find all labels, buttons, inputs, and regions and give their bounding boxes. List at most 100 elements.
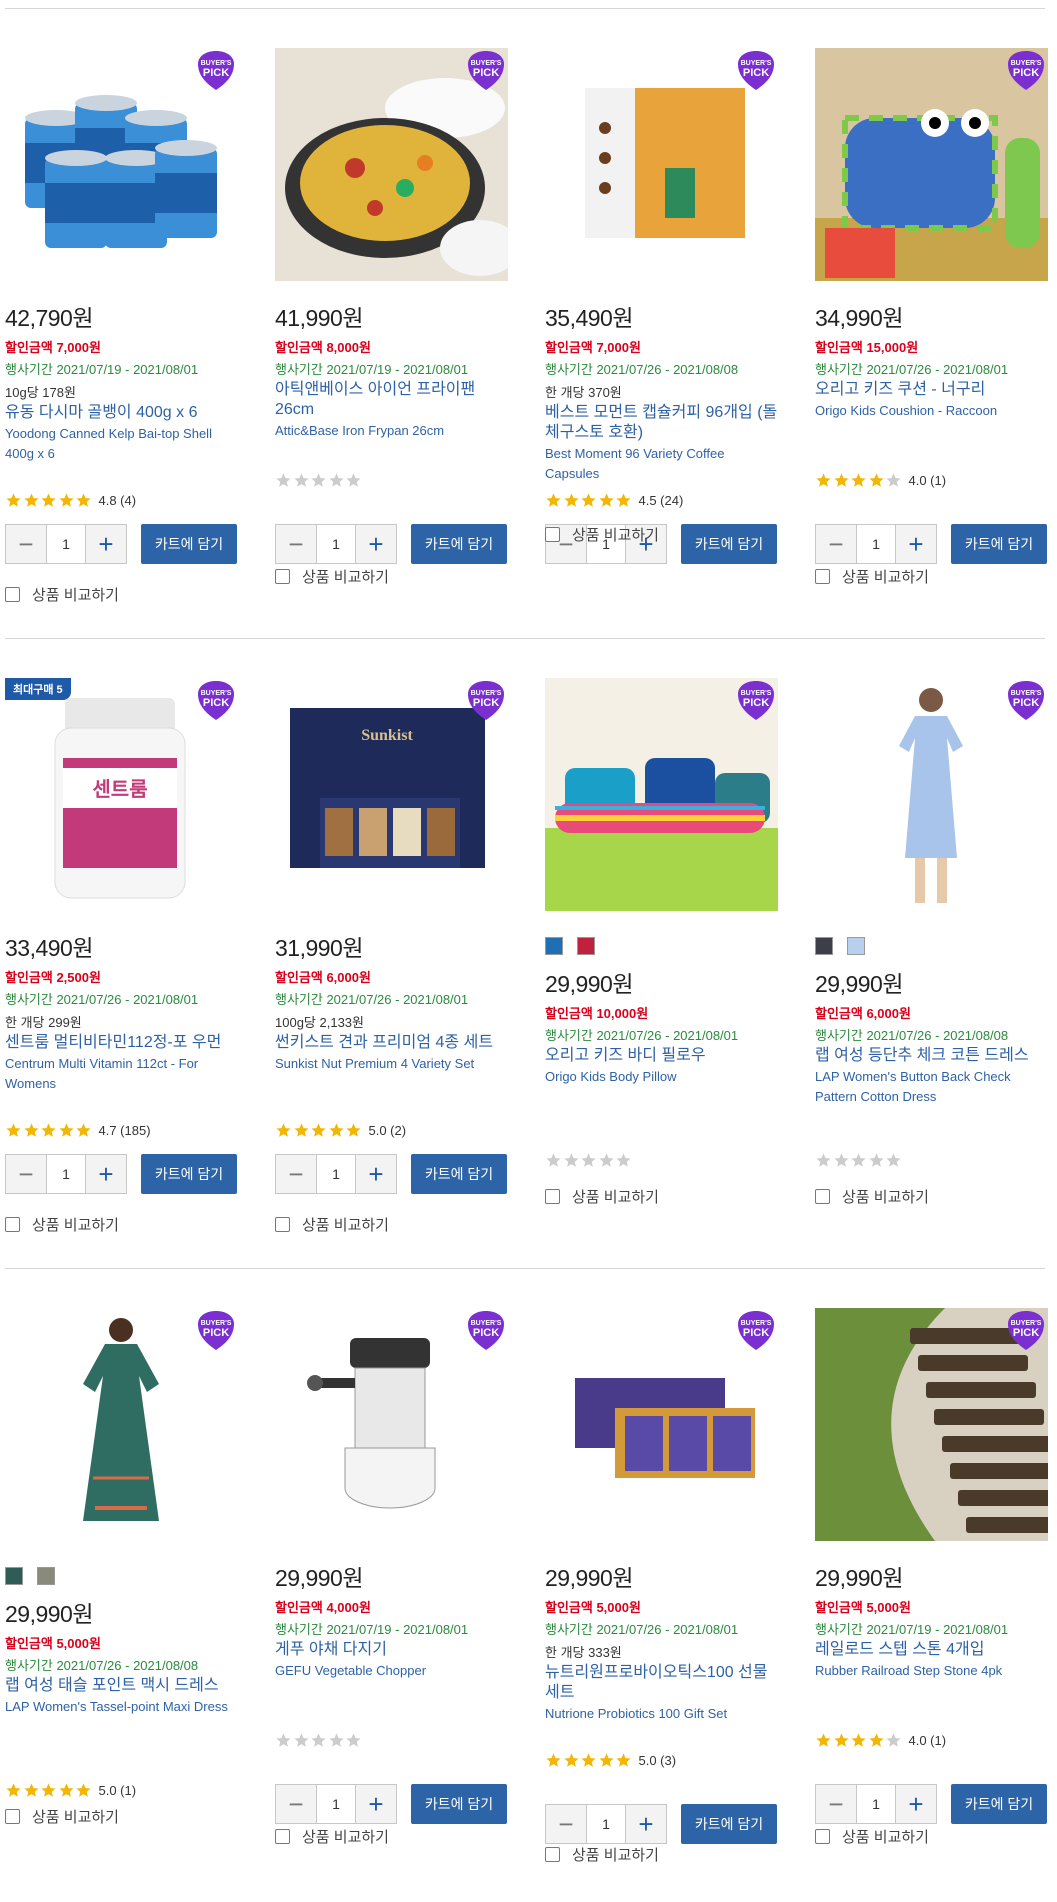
product-image[interactable]: BUYER'S PICK	[5, 1308, 238, 1541]
checkbox-box[interactable]	[815, 1829, 830, 1844]
product-title-ko[interactable]: 베스트 모먼트 캡슐커피 96개입 (돌체구스토 호환)	[545, 403, 778, 443]
product-title-ko[interactable]: 뉴트리원프로바이오틱스100 선물세트	[545, 1663, 778, 1703]
compare-checkbox[interactable]: 상품 비교하기	[5, 584, 119, 605]
product-image[interactable]: 센트룸 BUYER'S PICK 최대구매 5	[5, 678, 238, 911]
product-title-en[interactable]: Rubber Railroad Step Stone 4pk	[815, 1661, 1048, 1681]
checkbox-box[interactable]	[275, 1829, 290, 1844]
add-to-cart-button[interactable]: 카트에 담기	[951, 524, 1047, 564]
product-image[interactable]: BUYER'S PICK	[815, 678, 1048, 911]
product-image[interactable]: BUYER'S PICK	[5, 48, 238, 281]
checkbox-box[interactable]	[5, 587, 20, 602]
increase-button[interactable]: +	[896, 525, 936, 563]
product-title-ko[interactable]: 랩 여성 태슬 포인트 맥시 드레스	[5, 1676, 238, 1696]
compare-checkbox[interactable]: 상품 비교하기	[545, 1844, 659, 1865]
color-swatch[interactable]	[545, 937, 563, 955]
product-image[interactable]: BUYER'S PICK	[815, 48, 1048, 281]
product-title-ko[interactable]: 오리고 키즈 바디 필로우	[545, 1046, 778, 1066]
product-title-en[interactable]: Attic&Base Iron Frypan 26cm	[275, 421, 508, 441]
compare-checkbox[interactable]: 상품 비교하기	[815, 1826, 929, 1847]
checkbox-box[interactable]	[275, 569, 290, 584]
product-title-ko[interactable]: 유동 다시마 골뱅이 400g x 6	[5, 403, 238, 423]
color-swatch[interactable]	[5, 1567, 23, 1585]
decrease-button[interactable]: −	[276, 525, 316, 563]
checkbox-box[interactable]	[5, 1809, 20, 1824]
product-image[interactable]: BUYER'S PICK	[545, 48, 778, 281]
add-to-cart-button[interactable]: 카트에 담기	[141, 1154, 237, 1194]
product-image[interactable]: BUYER'S PICK	[275, 48, 508, 281]
increase-button[interactable]: +	[86, 525, 126, 563]
decrease-button[interactable]: −	[6, 1155, 46, 1193]
increase-button[interactable]: +	[896, 1785, 936, 1823]
add-to-cart-button[interactable]: 카트에 담기	[681, 524, 777, 564]
decrease-button[interactable]: −	[546, 1805, 586, 1843]
compare-checkbox[interactable]: 상품 비교하기	[545, 1186, 659, 1207]
add-to-cart-button[interactable]: 카트에 담기	[411, 524, 507, 564]
product-title-ko[interactable]: 아틱앤베이스 아이언 프라이팬 26cm	[275, 380, 508, 420]
add-to-cart-button[interactable]: 카트에 담기	[411, 1784, 507, 1824]
color-swatch[interactable]	[37, 1567, 55, 1585]
product-title-en[interactable]: Centrum Multi Vitamin 112ct - For Womens	[5, 1054, 238, 1094]
increase-button[interactable]: +	[626, 1805, 666, 1843]
product-title-en[interactable]: Sunkist Nut Premium 4 Variety Set	[275, 1054, 508, 1074]
compare-checkbox[interactable]: 상품 비교하기	[275, 566, 389, 587]
compare-checkbox[interactable]: 상품 비교하기	[5, 1806, 119, 1827]
compare-checkbox[interactable]: 상품 비교하기	[5, 1214, 119, 1235]
product-image[interactable]: BUYER'S PICK	[545, 1308, 778, 1541]
product-title-en[interactable]: Yoodong Canned Kelp Bai-top Shell 400g x…	[5, 424, 238, 464]
compare-checkbox[interactable]: 상품 비교하기	[275, 1826, 389, 1847]
product-title-en[interactable]: LAP Women's Tassel-point Maxi Dress	[5, 1697, 238, 1717]
compare-checkbox[interactable]: 상품 비교하기	[545, 524, 659, 545]
checkbox-box[interactable]	[815, 1189, 830, 1204]
product-title-ko[interactable]: 센트룸 멀티비타민112정-포 우먼	[5, 1033, 238, 1053]
quantity-input[interactable]: 1	[856, 525, 896, 563]
decrease-button[interactable]: −	[276, 1155, 316, 1193]
decrease-button[interactable]: −	[816, 1785, 856, 1823]
add-to-cart-button[interactable]: 카트에 담기	[681, 1804, 777, 1844]
product-image[interactable]: BUYER'S PICK	[815, 1308, 1048, 1541]
quantity-input[interactable]: 1	[316, 1785, 356, 1823]
compare-checkbox[interactable]: 상품 비교하기	[815, 1186, 929, 1207]
increase-button[interactable]: +	[356, 525, 396, 563]
product-image[interactable]: Sunkist BUYER'S PICK	[275, 678, 508, 911]
add-to-cart-button[interactable]: 카트에 담기	[951, 1784, 1047, 1824]
product-title-en[interactable]: GEFU Vegetable Chopper	[275, 1661, 508, 1681]
product-image[interactable]: BUYER'S PICK	[275, 1308, 508, 1541]
checkbox-box[interactable]	[275, 1217, 290, 1232]
decrease-button[interactable]: −	[276, 1785, 316, 1823]
compare-checkbox[interactable]: 상품 비교하기	[275, 1214, 389, 1235]
product-title-ko[interactable]: 레일로드 스텝 스톤 4개입	[815, 1640, 1048, 1660]
add-to-cart-button[interactable]: 카트에 담기	[141, 524, 237, 564]
checkbox-box[interactable]	[545, 1189, 560, 1204]
quantity-input[interactable]: 1	[586, 1805, 626, 1843]
decrease-button[interactable]: −	[816, 525, 856, 563]
product-image[interactable]: BUYER'S PICK	[545, 678, 778, 911]
product-title-ko[interactable]: 썬키스트 견과 프리미엄 4종 세트	[275, 1033, 508, 1053]
quantity-input[interactable]: 1	[46, 525, 86, 563]
decrease-button[interactable]: −	[6, 525, 46, 563]
color-swatch[interactable]	[815, 937, 833, 955]
increase-button[interactable]: +	[356, 1785, 396, 1823]
add-to-cart-button[interactable]: 카트에 담기	[411, 1154, 507, 1194]
quantity-input[interactable]: 1	[46, 1155, 86, 1193]
checkbox-box[interactable]	[545, 527, 560, 542]
product-title-en[interactable]: Nutrione Probiotics 100 Gift Set	[545, 1704, 778, 1724]
color-swatch[interactable]	[577, 937, 595, 955]
product-title-en[interactable]: Best Moment 96 Variety Coffee Capsules	[545, 444, 778, 484]
product-title-en[interactable]: LAP Women's Button Back Check Pattern Co…	[815, 1067, 1048, 1107]
buyers-pick-icon: BUYER'SPICK	[738, 1311, 774, 1350]
color-swatch[interactable]	[847, 937, 865, 955]
product-title-ko[interactable]: 게푸 야채 다지기	[275, 1640, 508, 1660]
checkbox-box[interactable]	[815, 569, 830, 584]
quantity-input[interactable]: 1	[316, 1155, 356, 1193]
compare-checkbox[interactable]: 상품 비교하기	[815, 566, 929, 587]
product-title-ko[interactable]: 랩 여성 등단추 체크 코튼 드레스	[815, 1046, 1048, 1066]
product-title-en[interactable]: Origo Kids Body Pillow	[545, 1067, 778, 1087]
quantity-input[interactable]: 1	[856, 1785, 896, 1823]
quantity-input[interactable]: 1	[316, 525, 356, 563]
increase-button[interactable]: +	[86, 1155, 126, 1193]
checkbox-box[interactable]	[5, 1217, 20, 1232]
increase-button[interactable]: +	[356, 1155, 396, 1193]
product-title-en[interactable]: Origo Kids Coushion - Raccoon	[815, 401, 1048, 421]
product-title-ko[interactable]: 오리고 키즈 쿠션 - 너구리	[815, 380, 1048, 400]
checkbox-box[interactable]	[545, 1847, 560, 1862]
